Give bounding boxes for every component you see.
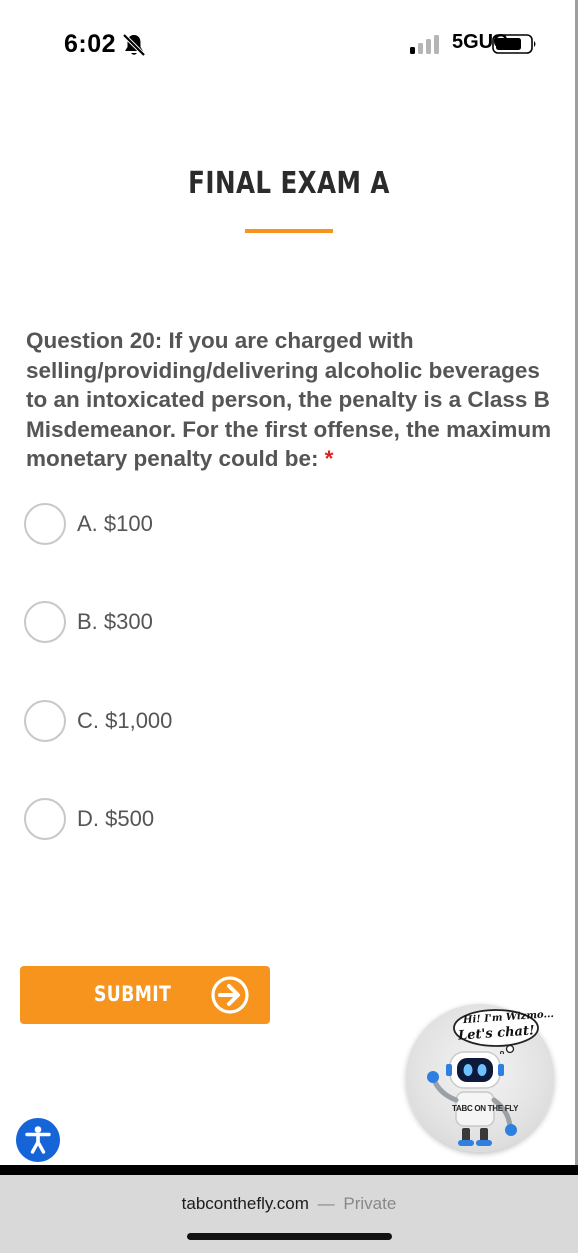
private-mode-label: Private	[343, 1194, 397, 1213]
question-text: Question 20: If you are charged with sel…	[26, 326, 566, 474]
cellular-signal-icon	[410, 35, 439, 54]
accessibility-button[interactable]	[16, 1118, 60, 1162]
url-domain: tabconthefly.com	[181, 1194, 309, 1213]
option-c[interactable]: C. $1,000	[24, 699, 344, 743]
option-b[interactable]: B. $300	[24, 600, 344, 644]
option-label: C. $1,000	[77, 708, 173, 733]
required-marker: *	[324, 446, 334, 471]
browser-address-bar[interactable]	[0, 1175, 578, 1253]
question-body: Question 20: If you are charged with sel…	[26, 328, 552, 471]
address-text[interactable]: tabconthefly.com — Private	[0, 1194, 578, 1214]
accessibility-icon	[25, 1126, 51, 1154]
radio-button[interactable]	[24, 700, 66, 742]
status-bar: 6:02 5GUC	[0, 0, 578, 90]
arrow-right-circle-icon	[211, 976, 249, 1014]
battery-icon	[492, 34, 536, 54]
status-time: 6:02	[64, 30, 117, 58]
option-d[interactable]: D. $500	[24, 797, 344, 841]
radio-button[interactable]	[24, 798, 66, 840]
page-title: FINAL EXAM A	[188, 166, 390, 201]
option-label: D. $500	[77, 806, 155, 831]
divider-bar	[0, 1165, 578, 1175]
option-label: B. $300	[77, 609, 153, 634]
home-indicator[interactable]	[187, 1233, 392, 1240]
option-label: A. $100	[77, 511, 153, 536]
robot-mascot-icon	[427, 1051, 517, 1146]
radio-button[interactable]	[24, 503, 66, 545]
url-separator: —	[317, 1194, 335, 1213]
submit-label: SUBMIT	[94, 982, 172, 1006]
option-a[interactable]: A. $100	[24, 502, 344, 546]
submit-button[interactable]: SUBMIT	[20, 966, 270, 1024]
bell-slash-icon	[122, 33, 146, 57]
title-underline	[245, 229, 333, 233]
radio-button[interactable]	[24, 601, 66, 643]
robot-badge: TABC ON THE FLY	[452, 1104, 519, 1113]
